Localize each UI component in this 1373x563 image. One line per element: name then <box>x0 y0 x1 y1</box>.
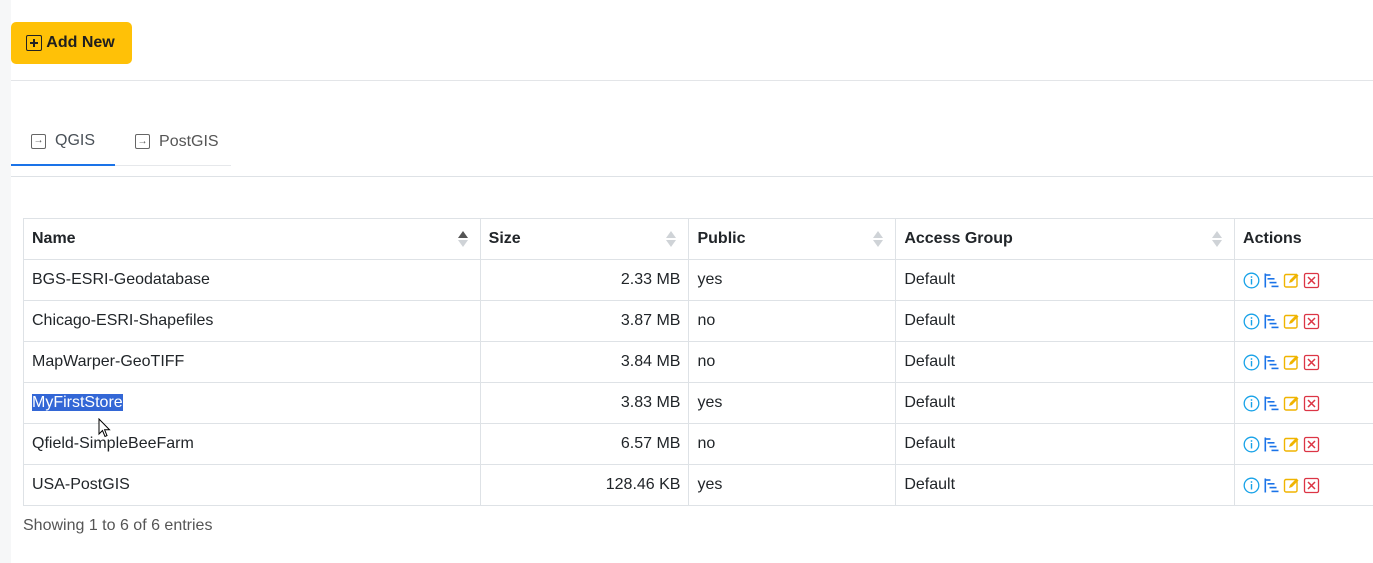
column-label: Name <box>32 230 76 247</box>
table-row[interactable]: MyFirstStore 3.83 MB yes Default <box>23 382 1373 424</box>
tree-icon[interactable] <box>1263 313 1280 330</box>
left-gutter <box>0 0 11 563</box>
tree-icon[interactable] <box>1263 477 1280 494</box>
divider <box>11 176 1373 177</box>
cell-public: no <box>688 300 897 342</box>
box-arrow-in-right-icon: → <box>135 134 151 149</box>
cell-actions <box>1234 341 1373 383</box>
store-name: Qfield-SimpleBeeFarm <box>32 435 194 452</box>
tree-icon[interactable] <box>1263 436 1280 453</box>
tab-qgis[interactable]: → QGIS <box>11 118 116 166</box>
cell-public: no <box>688 423 897 465</box>
tree-icon[interactable] <box>1263 395 1280 412</box>
delete-icon[interactable] <box>1303 436 1320 453</box>
column-label: Access Group <box>904 230 1013 247</box>
tab-postgis[interactable]: → PostGIS <box>115 118 239 165</box>
tab-bar: → QGIS → PostGIS <box>11 118 231 166</box>
box-arrow-in-right-icon: → <box>31 133 46 149</box>
edit-icon[interactable] <box>1283 354 1300 371</box>
edit-icon[interactable] <box>1283 272 1300 289</box>
cell-size: 128.46 KB <box>479 464 690 506</box>
cell-access-group: Default <box>895 423 1236 465</box>
store-name: Chicago-ESRI-Shapefiles <box>32 312 214 329</box>
column-header-public[interactable]: Public <box>688 218 897 260</box>
delete-icon[interactable] <box>1303 354 1320 371</box>
table-row[interactable]: MapWarper-GeoTIFF 3.84 MB no Default <box>23 341 1373 383</box>
plus-square-icon <box>26 35 43 51</box>
cell-access-group: Default <box>895 382 1236 424</box>
cell-public: yes <box>688 464 897 506</box>
store-name: BGS-ESRI-Geodatabase <box>32 271 210 288</box>
sort-icon <box>1212 231 1223 247</box>
cell-public: no <box>688 341 897 383</box>
cell-actions <box>1234 300 1373 342</box>
tab-label: QGIS <box>55 132 96 149</box>
column-header-name[interactable]: Name <box>23 218 481 260</box>
store-name: MyFirstStore <box>32 394 123 411</box>
delete-icon[interactable] <box>1303 395 1320 412</box>
table-row[interactable]: USA-PostGIS 128.46 KB yes Default <box>23 464 1373 506</box>
table-info: Showing 1 to 6 of 6 entries <box>23 517 213 534</box>
cell-access-group: Default <box>895 464 1236 506</box>
mouse-cursor-icon <box>98 418 111 438</box>
cell-size: 3.83 MB <box>479 382 690 424</box>
cell-actions <box>1234 464 1373 506</box>
info-icon[interactable] <box>1243 395 1260 412</box>
cell-access-group: Default <box>895 341 1236 383</box>
column-label: Actions <box>1243 230 1302 247</box>
store-name: USA-PostGIS <box>32 476 130 493</box>
add-new-label: Add New <box>46 34 115 51</box>
column-label: Size <box>488 230 521 247</box>
store-name: MapWarper-GeoTIFF <box>32 353 185 370</box>
cell-name[interactable]: Chicago-ESRI-Shapefiles <box>23 300 481 342</box>
info-icon[interactable] <box>1243 436 1260 453</box>
column-header-size[interactable]: Size <box>479 218 690 260</box>
cell-actions <box>1234 423 1373 465</box>
tab-label: PostGIS <box>159 132 219 150</box>
cell-actions <box>1234 259 1373 301</box>
tree-icon[interactable] <box>1263 354 1280 371</box>
table-row[interactable]: BGS-ESRI-Geodatabase 2.33 MB yes Default <box>23 259 1373 301</box>
edit-icon[interactable] <box>1283 313 1300 330</box>
tree-icon[interactable] <box>1263 272 1280 289</box>
cell-actions <box>1234 382 1373 424</box>
stores-table: Name Size Public Access Group Actions BG… <box>23 218 1373 506</box>
info-icon[interactable] <box>1243 354 1260 371</box>
cell-access-group: Default <box>895 259 1236 301</box>
cell-access-group: Default <box>895 300 1236 342</box>
cell-name[interactable]: MapWarper-GeoTIFF <box>23 341 481 383</box>
divider <box>11 80 1373 81</box>
cell-size: 6.57 MB <box>479 423 690 465</box>
column-label: Public <box>697 230 746 247</box>
delete-icon[interactable] <box>1303 477 1320 494</box>
cell-public: yes <box>688 382 897 424</box>
cell-size: 2.33 MB <box>479 259 690 301</box>
sort-icon <box>666 231 677 247</box>
edit-icon[interactable] <box>1283 395 1300 412</box>
column-header-actions: Actions <box>1234 218 1373 260</box>
table-header-row: Name Size Public Access Group Actions <box>23 218 1373 260</box>
cell-size: 3.87 MB <box>479 300 690 342</box>
delete-icon[interactable] <box>1303 272 1320 289</box>
cell-public: yes <box>688 259 897 301</box>
table-row[interactable]: Qfield-SimpleBeeFarm 6.57 MB no Default <box>23 423 1373 465</box>
info-icon[interactable] <box>1243 477 1260 494</box>
column-header-access-group[interactable]: Access Group <box>895 218 1236 260</box>
cell-name[interactable]: MyFirstStore <box>23 382 481 424</box>
delete-icon[interactable] <box>1303 313 1320 330</box>
edit-icon[interactable] <box>1283 436 1300 453</box>
edit-icon[interactable] <box>1283 477 1300 494</box>
sort-asc-icon <box>457 231 468 247</box>
info-icon[interactable] <box>1243 272 1260 289</box>
add-new-button[interactable]: Add New <box>11 22 132 64</box>
cell-size: 3.84 MB <box>479 341 690 383</box>
cell-name[interactable]: BGS-ESRI-Geodatabase <box>23 259 481 301</box>
info-icon[interactable] <box>1243 313 1260 330</box>
sort-icon <box>873 231 884 247</box>
cell-name[interactable]: USA-PostGIS <box>23 464 481 506</box>
cell-name[interactable]: Qfield-SimpleBeeFarm <box>23 423 481 465</box>
table-row[interactable]: Chicago-ESRI-Shapefiles 3.87 MB no Defau… <box>23 300 1373 342</box>
